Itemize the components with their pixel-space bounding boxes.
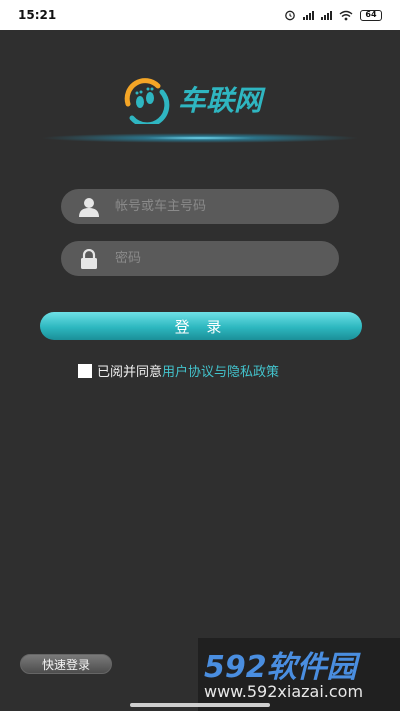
login-screen: 15:21 64 车联网 帐号或车主号码 登 录 已阅并同意 用户协议与隐私政策… xyxy=(0,0,400,711)
user-icon xyxy=(77,196,101,218)
password-field[interactable] xyxy=(61,241,339,276)
account-input[interactable] xyxy=(115,189,339,224)
login-button[interactable]: 登 录 xyxy=(40,312,362,340)
signal-icon-2 xyxy=(321,10,332,20)
logo-glow-divider xyxy=(40,133,360,143)
signal-icon xyxy=(303,10,314,20)
account-field[interactable] xyxy=(61,189,339,224)
wifi-icon xyxy=(339,10,353,20)
alarm-icon xyxy=(285,10,295,21)
logo-text: 车联网 xyxy=(178,84,263,117)
watermark-main: 592软件园 xyxy=(204,650,357,685)
lock-icon xyxy=(77,248,101,270)
agreement-row: 已阅并同意 用户协议与隐私政策 xyxy=(78,361,279,380)
password-input[interactable] xyxy=(115,241,339,276)
watermark: 592软件园 www.592xiazai.com xyxy=(198,638,400,711)
agreement-prefix: 已阅并同意 xyxy=(97,365,163,380)
battery-icon: 64 xyxy=(360,9,382,21)
footprint-logo-icon xyxy=(124,78,170,124)
home-indicator[interactable] xyxy=(130,703,270,707)
status-time: 15:21 xyxy=(18,8,57,22)
agreement-link[interactable]: 用户协议与隐私政策 xyxy=(162,361,279,380)
quick-login-button[interactable]: 快速登录 xyxy=(20,654,112,674)
status-bar: 15:21 64 xyxy=(0,0,400,30)
app-logo: 车联网 xyxy=(118,74,298,124)
status-icons: 64 xyxy=(284,9,382,21)
agreement-checkbox[interactable] xyxy=(78,363,92,378)
watermark-url: www.592xiazai.com xyxy=(204,682,364,701)
